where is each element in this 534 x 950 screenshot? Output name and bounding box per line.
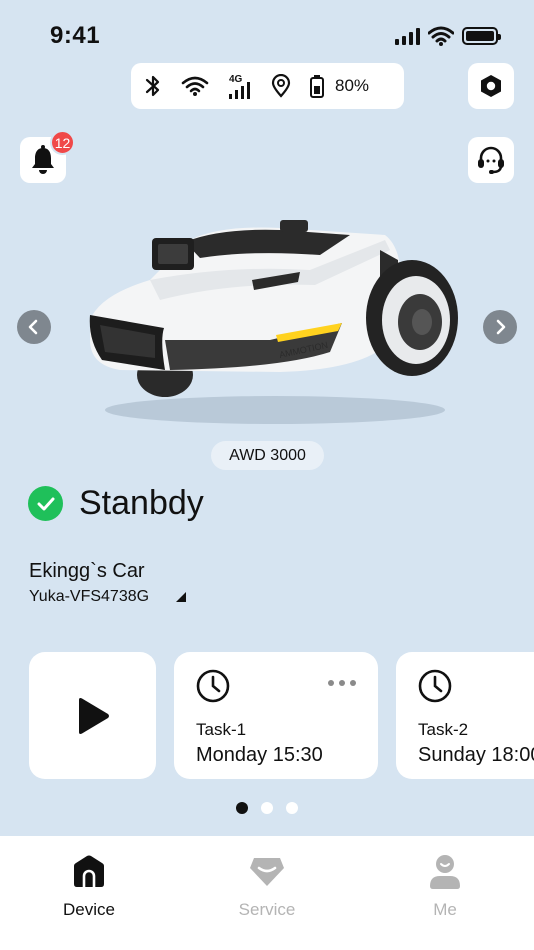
- device-serial-number: Yuka-VFS4738G: [29, 588, 150, 605]
- robot-mower-image: AMMOTION: [89, 220, 458, 424]
- device-owner-name: Ekingg`s Car: [29, 560, 145, 582]
- task-card[interactable]: Task-1 Monday 15:30: [174, 652, 378, 779]
- notification-count-badge: 12: [50, 130, 75, 155]
- clock-icon: [418, 669, 452, 703]
- device-state-label: Stanbdy: [79, 484, 204, 522]
- cellular-4g-icon: 4G: [229, 74, 250, 99]
- device-state-row: Stanbdy: [28, 484, 204, 523]
- task-card[interactable]: Task-2 Sunday 18:00: [396, 652, 534, 779]
- task-name: Task-2: [418, 720, 469, 739]
- phone-battery-icon: [462, 27, 501, 45]
- tab-device[interactable]: Device: [34, 836, 144, 950]
- bottom-tab-bar: Device Service Me: [0, 836, 534, 950]
- tab-me[interactable]: Me: [390, 836, 500, 950]
- cellular-signal-icon: [395, 27, 420, 45]
- page-dot-active[interactable]: [236, 802, 248, 814]
- user-profile-icon: [430, 855, 460, 889]
- device-status-pill[interactable]: 4G 80%: [131, 63, 404, 109]
- clock-icon: [196, 669, 230, 703]
- tab-service[interactable]: Service: [212, 836, 322, 950]
- tab-label: Me: [433, 900, 457, 919]
- system-status-bar: 9:41: [0, 0, 534, 60]
- battery-percentage: 80%: [335, 76, 370, 95]
- wifi-icon: [181, 76, 209, 96]
- next-device-button[interactable]: [483, 310, 517, 344]
- device-serial-row[interactable]: Yuka-VFS4738G: [29, 588, 187, 606]
- network-type-label: 4G: [229, 74, 243, 85]
- chevron-left-icon: [28, 319, 38, 335]
- more-options-icon[interactable]: [328, 680, 356, 686]
- task-time: Sunday 18:00: [418, 744, 534, 766]
- page-dot[interactable]: [261, 802, 273, 814]
- headset-support-icon: [478, 146, 504, 174]
- device-battery-icon: [310, 75, 324, 98]
- wifi-icon: [428, 26, 454, 46]
- location-pin-icon: [271, 74, 291, 98]
- tab-label: Service: [238, 900, 296, 919]
- clock-time: 9:41: [50, 22, 101, 49]
- chevron-right-icon: [496, 319, 506, 335]
- settings-button[interactable]: [468, 63, 514, 109]
- support-button[interactable]: [468, 137, 514, 183]
- system-indicators: [395, 26, 501, 46]
- bluetooth-icon: [145, 75, 160, 97]
- check-circle-icon: [28, 486, 63, 521]
- start-mowing-button[interactable]: [29, 652, 156, 779]
- previous-device-button[interactable]: [17, 310, 51, 344]
- home-icon: [74, 855, 104, 887]
- device-model-pill: AWD 3000: [211, 441, 324, 470]
- hexagon-settings-icon: [481, 75, 501, 97]
- tab-label: Device: [63, 900, 115, 919]
- task-time: Monday 15:30: [196, 744, 323, 766]
- play-icon: [78, 697, 109, 734]
- corner-triangle-icon[interactable]: [175, 591, 187, 603]
- carousel-pagination: [236, 802, 298, 814]
- task-name: Task-1: [196, 720, 247, 739]
- page-dot[interactable]: [286, 802, 298, 814]
- diamond-service-icon: [250, 858, 284, 886]
